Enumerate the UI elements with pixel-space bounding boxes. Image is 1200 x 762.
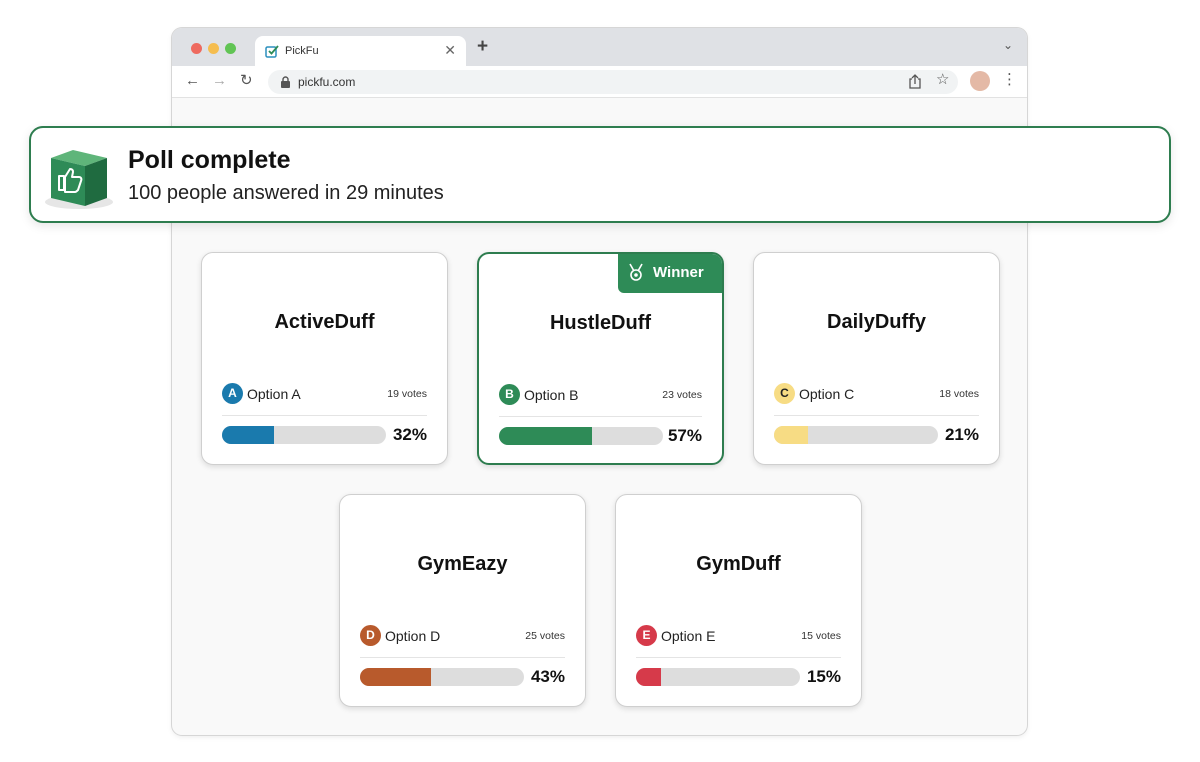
result-bar-track xyxy=(360,668,524,686)
divider xyxy=(222,415,427,416)
browser-toolbar: ← → ↻ pickfu.com ☆ ⋮ xyxy=(172,66,1027,98)
vote-count: 25 votes xyxy=(525,630,565,642)
option-name: DailyDuffy xyxy=(827,311,926,333)
result-percent: 43% xyxy=(530,667,565,686)
option-name: ActiveDuff xyxy=(274,311,375,333)
forward-arrow-icon[interactable]: → xyxy=(212,73,227,89)
thumbs-up-cube-icon xyxy=(45,150,113,209)
back-arrow-icon[interactable]: ← xyxy=(185,73,200,89)
result-percent: 32% xyxy=(392,425,427,444)
vote-count: 23 votes xyxy=(662,389,702,401)
tab-bar: PickFu ✕ + ⌄ xyxy=(172,28,1027,66)
option-letter-badge: B xyxy=(499,384,520,405)
option-label: Option A xyxy=(247,386,301,402)
vote-count: 19 votes xyxy=(387,388,427,400)
maximize-window-button[interactable] xyxy=(225,43,236,54)
tab-close-icon[interactable]: ✕ xyxy=(444,42,456,58)
minimize-window-button[interactable] xyxy=(208,43,219,54)
result-bar-track xyxy=(222,426,386,444)
option-label: Option C xyxy=(799,386,855,402)
option-label: Option E xyxy=(661,628,716,644)
option-letter-badge: C xyxy=(774,383,795,404)
result-bar-fill xyxy=(222,426,275,444)
browser-tab[interactable]: PickFu ✕ xyxy=(255,36,466,66)
vote-count: 15 votes xyxy=(801,630,841,642)
result-bar-track xyxy=(774,426,938,444)
option-card-e[interactable]: GymDuff E Option E 15 votes 15% xyxy=(615,494,862,707)
close-window-button[interactable] xyxy=(191,43,202,54)
divider xyxy=(774,415,979,416)
option-name: GymEazy xyxy=(417,553,508,575)
result-bar-fill xyxy=(774,426,809,444)
result-bar-track xyxy=(499,427,663,445)
vote-count: 18 votes xyxy=(939,388,979,400)
option-name: HustleDuff xyxy=(549,312,652,334)
share-icon[interactable] xyxy=(908,74,922,89)
result-percent: 15% xyxy=(806,667,841,686)
result-bar-fill xyxy=(499,427,593,445)
result-bar-track xyxy=(636,668,800,686)
option-letter-badge: A xyxy=(222,383,243,404)
winner-tag: Winner xyxy=(618,254,722,293)
divider xyxy=(499,416,702,417)
divider xyxy=(636,657,841,658)
banner-title: Poll complete xyxy=(128,146,291,174)
divider xyxy=(360,657,565,658)
result-bar-fill xyxy=(360,668,431,686)
option-label: Option B xyxy=(524,387,579,403)
profile-avatar[interactable] xyxy=(970,71,990,91)
option-card-a[interactable]: ActiveDuff A Option A 19 votes 32% xyxy=(201,252,448,465)
option-name: GymDuff xyxy=(696,553,781,575)
new-tab-icon[interactable]: + xyxy=(477,37,488,57)
option-card-c[interactable]: DailyDuffy C Option C 18 votes 21% xyxy=(753,252,1000,465)
url-text: pickfu.com xyxy=(298,75,356,89)
option-letter-badge: E xyxy=(636,625,657,646)
result-percent: 21% xyxy=(944,425,979,444)
option-letter-badge: D xyxy=(360,625,381,646)
tab-list-chevron-icon[interactable]: ⌄ xyxy=(1003,38,1013,52)
option-card-d[interactable]: GymEazy D Option D 25 votes 43% xyxy=(339,494,586,707)
reload-icon[interactable]: ↻ xyxy=(240,73,253,89)
more-vertical-icon[interactable]: ⋮ xyxy=(1002,71,1017,89)
pickfu-favicon-icon xyxy=(265,45,279,58)
medal-icon xyxy=(629,263,643,281)
poll-complete-banner: Poll complete 100 people answered in 29 … xyxy=(29,126,1171,223)
star-icon[interactable]: ☆ xyxy=(936,71,949,89)
option-card-b[interactable]: Winner HustleDuff B Option B 23 votes 57… xyxy=(477,252,724,465)
result-percent: 57% xyxy=(667,426,702,445)
option-label: Option D xyxy=(385,628,441,644)
lock-icon xyxy=(281,76,290,88)
result-bar-fill xyxy=(636,668,661,686)
tab-title: PickFu xyxy=(285,45,319,57)
winner-label: Winner xyxy=(653,264,704,281)
address-bar[interactable]: pickfu.com xyxy=(268,70,958,94)
banner-subtitle: 100 people answered in 29 minutes xyxy=(128,182,444,204)
